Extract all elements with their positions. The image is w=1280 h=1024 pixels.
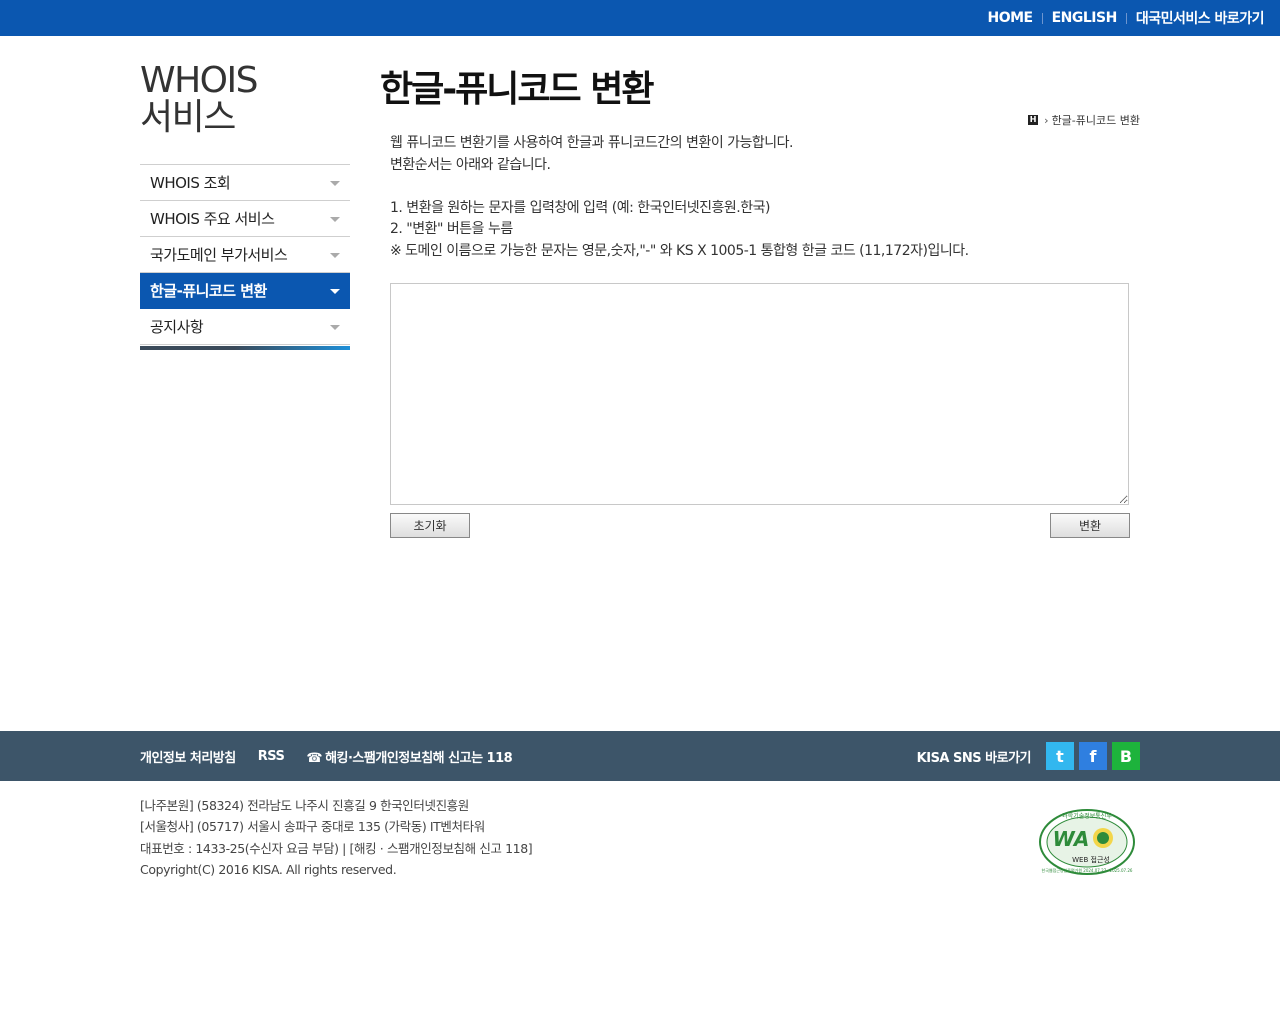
desc-line-2: 변환순서는 아래와 같습니다. bbox=[390, 156, 551, 173]
address-naju: [나주본원] (58324) 전라남도 나주시 진흥길 9 한국인터넷진흥원 bbox=[140, 798, 469, 813]
contact-number: 대표번호 : 1433-25(수신자 요금 부담) | [해킹 · 스팸개인정보… bbox=[140, 840, 533, 856]
top-nav-divider bbox=[1125, 12, 1127, 24]
twitter-icon[interactable]: t bbox=[1046, 742, 1074, 770]
privacy-policy-link[interactable]: 개인정보 처리방침 bbox=[140, 747, 236, 766]
phone-icon: ☎ bbox=[306, 750, 323, 766]
breadcrumb: H › 한글-퓨니코드 변환 bbox=[1028, 112, 1140, 128]
sidebar-item-label: WHOIS 조회 bbox=[150, 174, 231, 192]
footer-info: [나주본원] (58324) 전라남도 나주시 진흥길 9 한국인터넷진흥원 [… bbox=[140, 795, 533, 880]
gov-service-link[interactable]: 대국민서비스 바로가기 bbox=[1136, 8, 1265, 28]
convert-button[interactable]: 변환 bbox=[1050, 513, 1130, 538]
sidebar-item-label: 한글-퓨니코드 변환 bbox=[150, 282, 267, 300]
rss-link[interactable]: RSS bbox=[258, 749, 285, 764]
reset-button[interactable]: 초기화 bbox=[390, 513, 470, 538]
sns-label: KISA SNS 바로가기 bbox=[916, 750, 1032, 766]
page-title: 한글-퓨니코드 변환 bbox=[380, 69, 654, 110]
footer-bar: 개인정보 처리방침 RSS ☎ 해킹·스팸개인정보침해 신고는 118 KISA … bbox=[0, 731, 1280, 781]
service-brand: WHOIS 서비스 bbox=[140, 60, 258, 138]
sns-links: KISA SNS 바로가기 t f B bbox=[917, 741, 1140, 771]
top-nav-divider bbox=[1041, 12, 1043, 24]
address-seoul: [서울청사] (05717) 서울시 송파구 중대로 135 (가락동) IT벤… bbox=[140, 819, 485, 835]
report-text: 해킹·스팸개인정보침해 신고는 118 bbox=[325, 750, 513, 766]
desc-line-1: 웹 퓨니코드 변환기를 사용하여 한글과 퓨니코드간의 변환이 가능합니다. bbox=[390, 135, 793, 151]
sidebar-item-punycode-convert[interactable]: 한글-퓨니코드 변환 bbox=[140, 273, 350, 309]
sidebar-item-notice[interactable]: 공지사항 bbox=[140, 309, 350, 345]
facebook-icon[interactable]: f bbox=[1079, 742, 1107, 770]
chevron-down-icon bbox=[330, 217, 340, 222]
sidebar-nav: WHOIS 조회 WHOIS 주요 서비스 국가도메인 부가서비스 한글-퓨니코… bbox=[140, 164, 350, 345]
sidebar-item-whois-lookup[interactable]: WHOIS 조회 bbox=[140, 165, 350, 201]
desc-step-2: 2. "변환" 버튼을 누름 bbox=[390, 221, 513, 237]
top-nav: HOME ENGLISH 대국민서비스 바로가기 bbox=[987, 0, 1264, 36]
english-link[interactable]: ENGLISH bbox=[1052, 10, 1118, 26]
chevron-down-icon bbox=[330, 289, 340, 294]
report-info: ☎ 해킹·스팸개인정보침해 신고는 118 bbox=[306, 747, 512, 766]
home-link[interactable]: HOME bbox=[987, 10, 1033, 26]
brand-line-1: WHOIS bbox=[140, 60, 258, 101]
desc-note: ※ 도메인 이름으로 가능한 문자는 영문,숫자,"-" 와 KS X 1005… bbox=[390, 242, 969, 259]
home-icon[interactable]: H bbox=[1028, 115, 1039, 125]
breadcrumb-separator: › bbox=[1044, 113, 1049, 127]
chevron-down-icon bbox=[330, 253, 340, 258]
chevron-down-icon bbox=[330, 181, 340, 186]
brand-line-2: 서비스 bbox=[140, 97, 236, 138]
sidebar-item-label: WHOIS 주요 서비스 bbox=[150, 210, 275, 228]
sidebar-item-label: 공지사항 bbox=[150, 318, 204, 336]
chevron-down-icon bbox=[330, 325, 340, 330]
web-accessibility-mark-icon: 과학기술정보통신부 WA WEB 접근성 한국웹접근성인증평가원 2024.07… bbox=[1039, 809, 1135, 875]
conversion-input[interactable] bbox=[390, 283, 1129, 505]
wa-bottom-text: 한국웹접근성인증평가원 2024.07.27~2025.07.26 bbox=[1042, 867, 1133, 873]
wa-sub-text: WEB 접근성 bbox=[1072, 855, 1110, 864]
wa-top-text: 과학기술정보통신부 bbox=[1062, 812, 1112, 820]
sidebar-item-domain-addon[interactable]: 국가도메인 부가서비스 bbox=[140, 237, 350, 273]
sidebar-bottom-bar bbox=[140, 346, 350, 350]
breadcrumb-current: 한글-퓨니코드 변환 bbox=[1051, 114, 1140, 127]
copyright: Copyright(C) 2016 KISA. All rights reser… bbox=[140, 861, 397, 877]
top-bar: HOME ENGLISH 대국민서비스 바로가기 bbox=[0, 0, 1280, 36]
description: 웹 퓨니코드 변환기를 사용하여 한글과 퓨니코드간의 변환이 가능합니다. 변… bbox=[390, 133, 969, 262]
sidebar-item-label: 국가도메인 부가서비스 bbox=[150, 246, 288, 264]
footer-nav: 개인정보 처리방침 RSS ☎ 해킹·스팸개인정보침해 신고는 118 bbox=[140, 731, 513, 781]
desc-step-1: 1. 변환을 원하는 문자를 입력창에 입력 (예: 한국인터넷진흥원.한국) bbox=[390, 199, 770, 216]
wa-logo-text: WA bbox=[1053, 827, 1090, 851]
blog-icon[interactable]: B bbox=[1112, 742, 1140, 770]
sidebar-item-whois-services[interactable]: WHOIS 주요 서비스 bbox=[140, 201, 350, 237]
